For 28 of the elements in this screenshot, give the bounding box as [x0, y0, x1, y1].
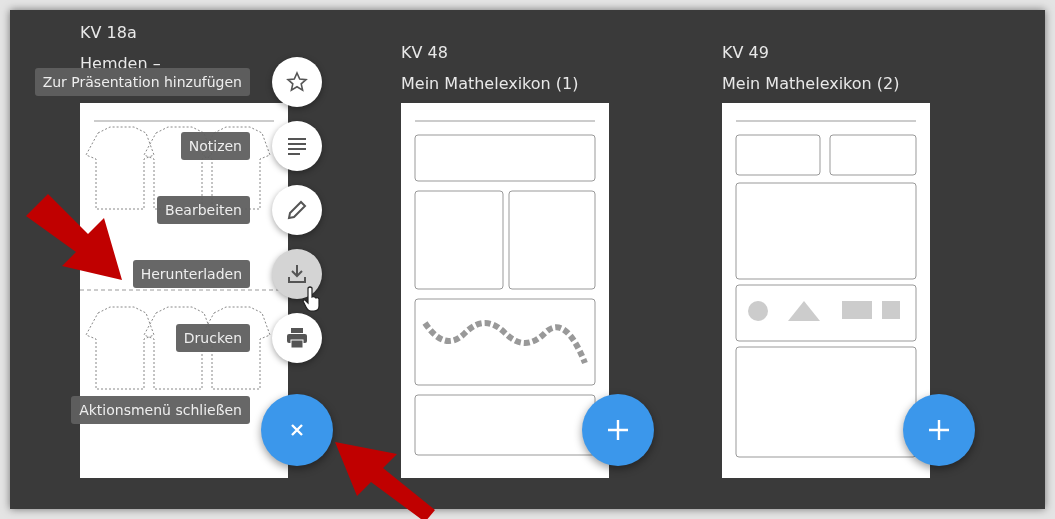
- document-code: KV 49: [722, 42, 770, 64]
- plus-icon: [927, 418, 951, 442]
- lines-icon: [286, 136, 308, 156]
- document-title: Mein Mathelexikon (1): [401, 73, 580, 95]
- menu-tooltip: Aktionsmenü schließen: [71, 395, 250, 424]
- menu-tooltip: Zur Präsentation hinzufügen: [34, 68, 250, 96]
- pointer-hand-icon: [302, 286, 322, 312]
- menu-tooltip: Bearbeiten: [157, 196, 250, 224]
- star-button[interactable]: [272, 57, 322, 107]
- document-code: KV 18a: [80, 22, 138, 44]
- notes-button[interactable]: [272, 121, 322, 171]
- close-button[interactable]: [261, 394, 333, 466]
- download-icon: [286, 263, 308, 285]
- document-title: Mein Mathelexikon (2): [722, 73, 901, 95]
- page-thumbnail[interactable]: [722, 103, 930, 478]
- star-icon: [285, 70, 309, 94]
- plus-icon: [606, 418, 630, 442]
- add-button[interactable]: [582, 394, 654, 466]
- menu-tooltip: Drucken: [175, 324, 250, 352]
- menu-tooltip: Notizen: [180, 132, 250, 160]
- pencil-icon: [286, 199, 308, 221]
- document-code: KV 48: [401, 42, 449, 64]
- pencil-button[interactable]: [272, 185, 322, 235]
- print-button[interactable]: [272, 313, 322, 363]
- menu-tooltip: Herunterladen: [132, 260, 250, 288]
- printer-icon: [285, 327, 309, 349]
- page-thumbnail[interactable]: [401, 103, 609, 478]
- add-button[interactable]: [903, 394, 975, 466]
